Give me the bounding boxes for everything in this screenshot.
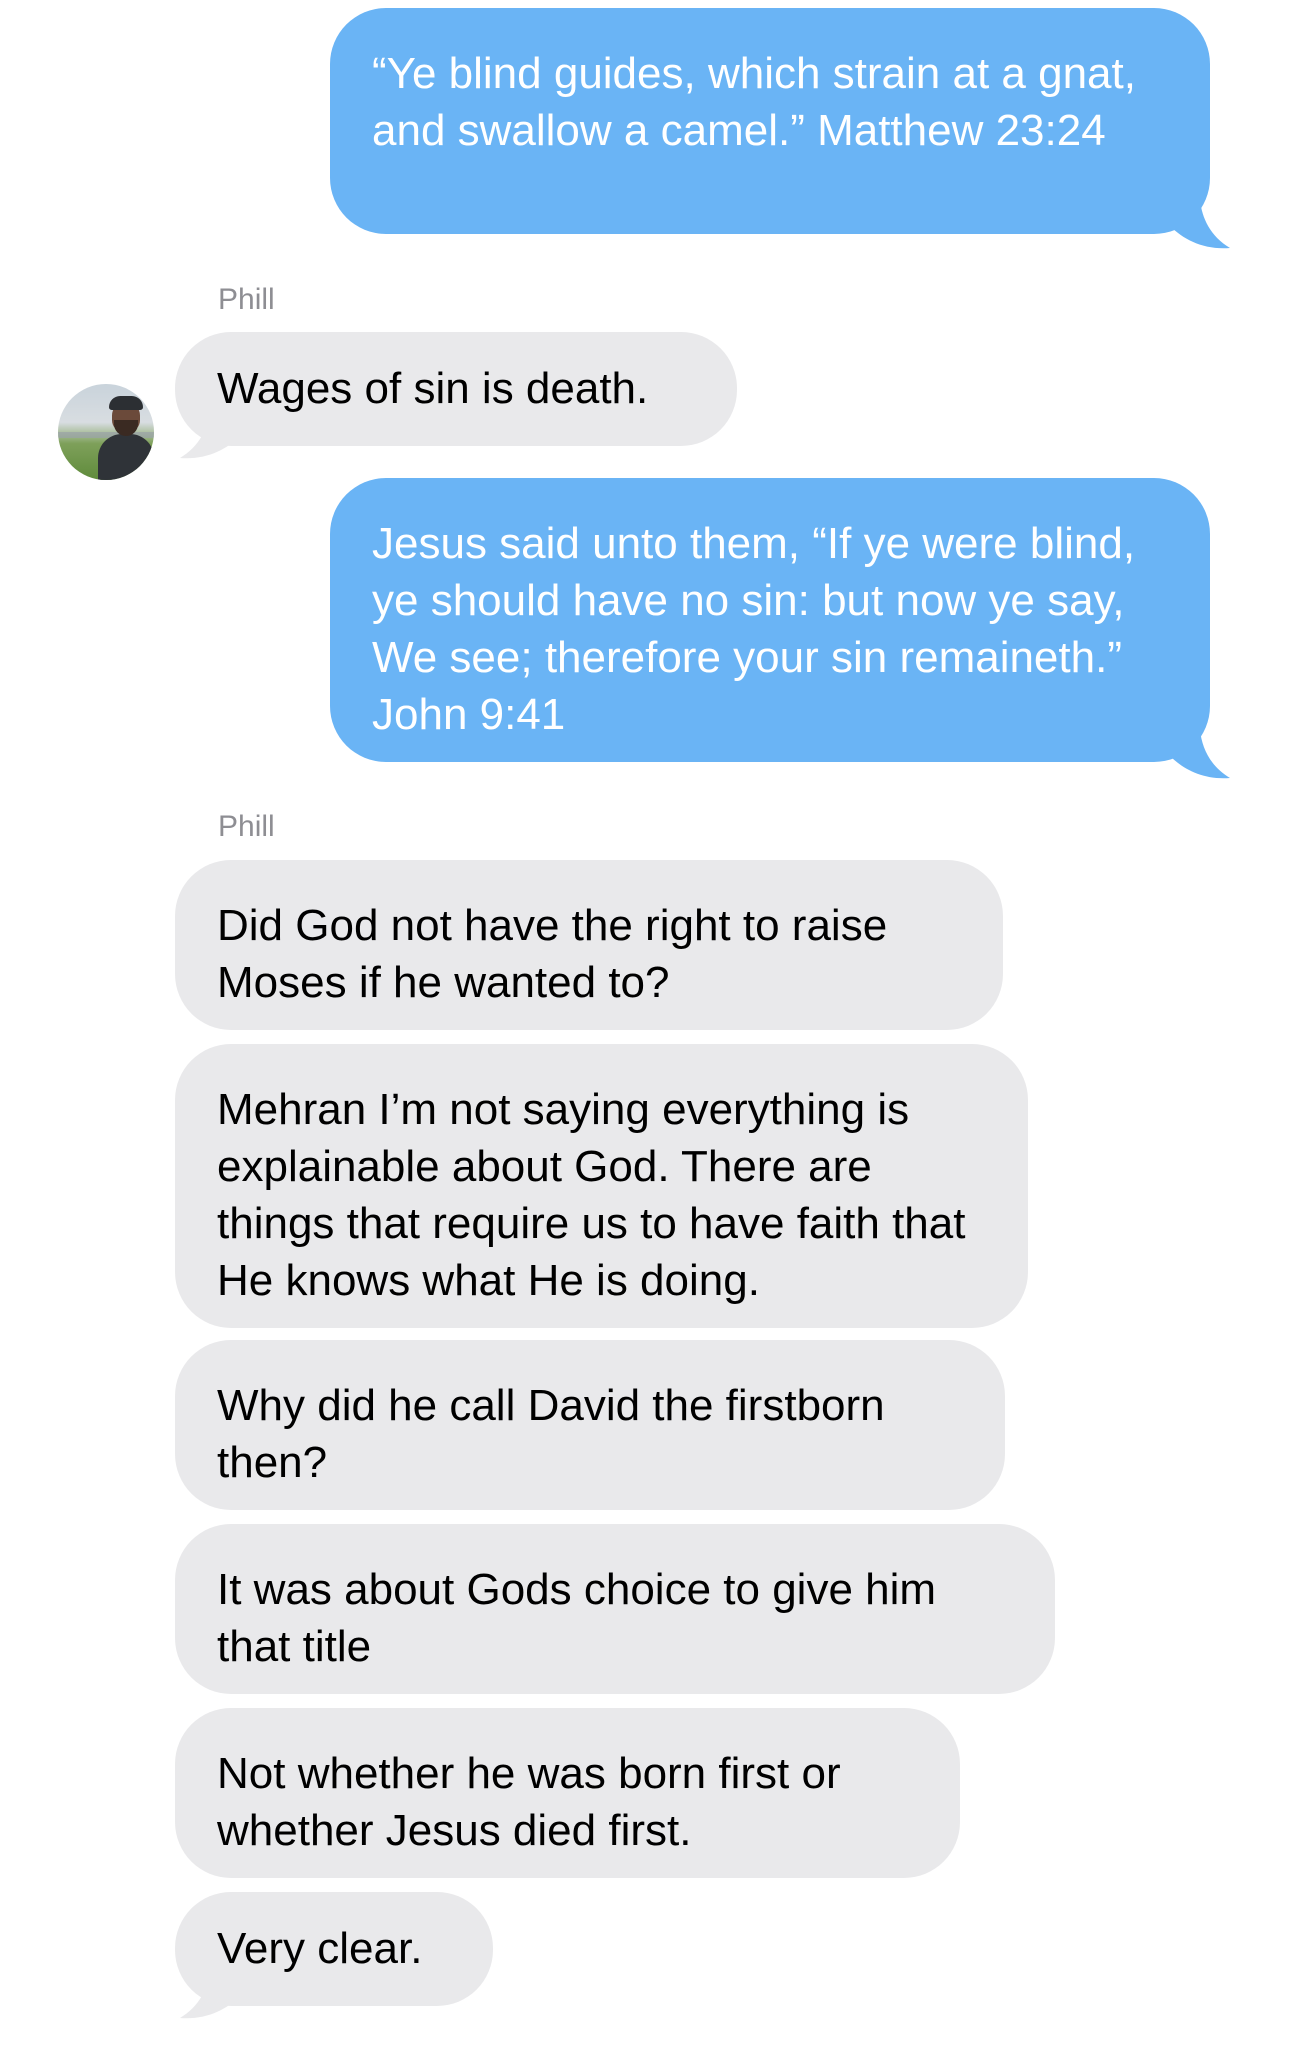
message-text: It was about Gods choice to give him tha… bbox=[217, 1565, 937, 1671]
message-text: Mehran I’m not saying everything is expl… bbox=[217, 1085, 966, 1305]
incoming-message-bubble[interactable]: Mehran I’m not saying everything is expl… bbox=[175, 1044, 1028, 1328]
message-text: Not whether he was born first or whether… bbox=[217, 1749, 841, 1855]
outgoing-message-bubble[interactable]: “Ye blind guides, which strain at a gnat… bbox=[330, 8, 1210, 234]
outgoing-message-bubble[interactable]: Jesus said unto them, “If ye were blind,… bbox=[330, 478, 1210, 762]
message-thread[interactable]: “Ye blind guides, which strain at a gnat… bbox=[0, 0, 1290, 2046]
incoming-message-bubble[interactable]: Did God not have the right to raise Mose… bbox=[175, 860, 1003, 1030]
avatar-photo-detail bbox=[109, 396, 143, 410]
bubble-tail-icon bbox=[180, 1970, 240, 2019]
message-text: “Ye blind guides, which strain at a gnat… bbox=[372, 49, 1136, 155]
sender-name-label: Phill bbox=[218, 283, 275, 316]
sender-name-label: Phill bbox=[218, 810, 275, 843]
incoming-message-bubble[interactable]: Why did he call David the firstborn then… bbox=[175, 1340, 1005, 1510]
bubble-tail-icon bbox=[1170, 200, 1230, 249]
message-text: Wages of sin is death. bbox=[217, 364, 649, 413]
message-text: Why did he call David the firstborn then… bbox=[217, 1381, 885, 1487]
contact-avatar[interactable] bbox=[58, 384, 154, 480]
incoming-message-bubble[interactable]: It was about Gods choice to give him tha… bbox=[175, 1524, 1055, 1694]
bubble-tail-icon bbox=[1170, 730, 1230, 779]
avatar-photo-detail bbox=[98, 434, 154, 480]
incoming-message-bubble[interactable]: Wages of sin is death. bbox=[175, 332, 737, 446]
bubble-tail-icon bbox=[180, 410, 240, 459]
message-text: Did God not have the right to raise Mose… bbox=[217, 901, 888, 1007]
message-text: Jesus said unto them, “If ye were blind,… bbox=[372, 519, 1136, 739]
message-text: Very clear. bbox=[217, 1924, 423, 1973]
incoming-message-bubble[interactable]: Not whether he was born first or whether… bbox=[175, 1708, 960, 1878]
